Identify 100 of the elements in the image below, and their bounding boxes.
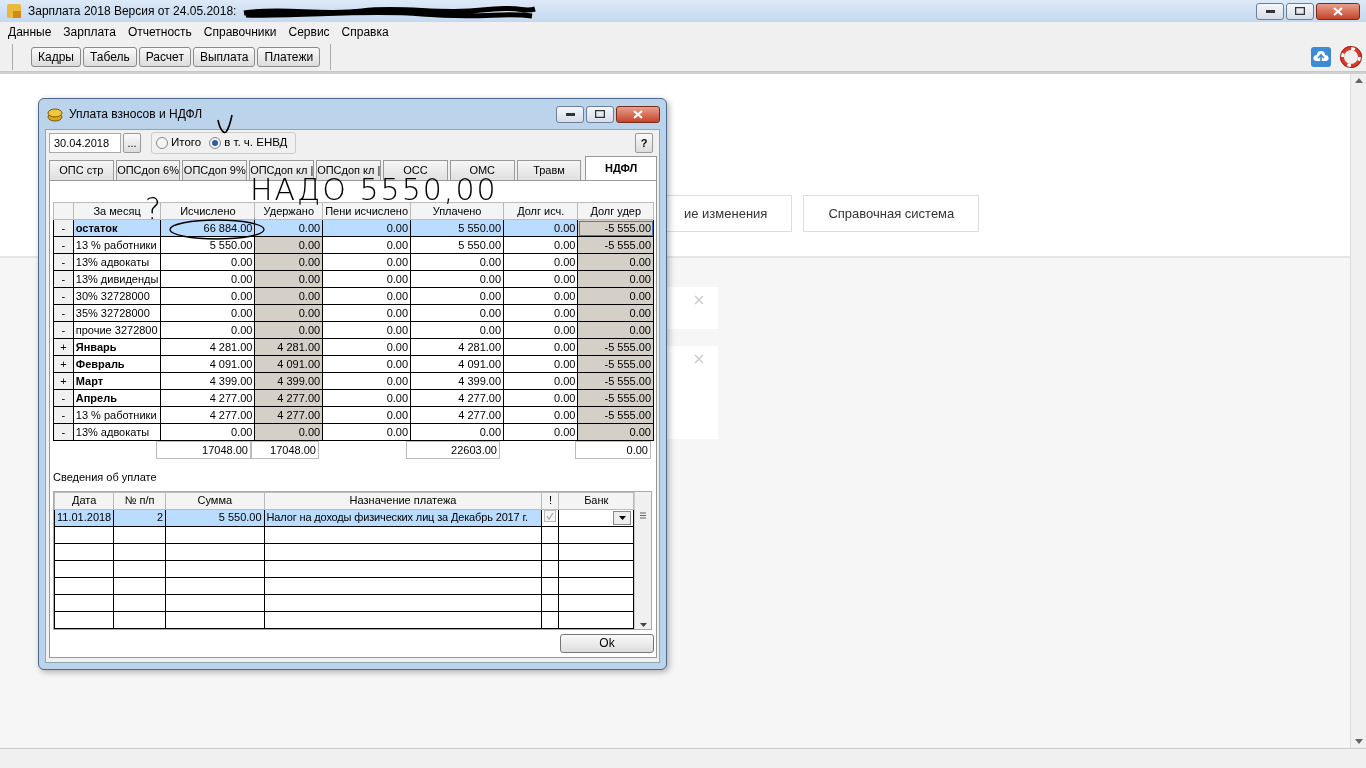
row-label: Апрель	[73, 389, 161, 407]
close-button[interactable]	[616, 105, 660, 123]
table-cell: 0.00	[503, 253, 578, 271]
table-cell: 0.00	[503, 321, 578, 339]
maximize-button[interactable]	[1286, 2, 1314, 20]
table-cell: 4 091.00	[160, 355, 255, 373]
column-header: Долг удер	[578, 202, 654, 220]
table-cell: 0.00	[160, 270, 255, 288]
scrollbar[interactable]	[1350, 74, 1366, 748]
column-header: Долг исч.	[503, 202, 578, 220]
table-cell: 0.00	[322, 389, 411, 407]
minimize-button[interactable]	[1256, 2, 1284, 20]
link-button[interactable]: Справочная система	[803, 195, 980, 232]
coins-icon	[47, 106, 63, 122]
row-label: 13 % работники	[73, 236, 161, 254]
scroll-up-icon	[1354, 78, 1363, 83]
row-label: 13% адвокаты	[73, 423, 161, 441]
ok-button[interactable]: Ok	[560, 633, 654, 653]
table-cell: 0.00	[322, 304, 411, 322]
date-field[interactable]: 30.04.2018	[49, 133, 121, 153]
menu-item[interactable]: Данные	[2, 23, 58, 41]
table-row[interactable]: + Январь 4 281.00 4 281.00 0.00 4 281.00 0.00 -5 555.00	[53, 338, 654, 356]
table-row[interactable]: - 13% адвокаты 0.00 0.00 0.00 0.00 0.00 0.00	[53, 253, 654, 271]
table-row[interactable]: - 13% адвокаты 0.00 0.00 0.00 0.00 0.00 0.00	[53, 423, 654, 441]
row-label: 13% дивиденды	[73, 270, 161, 288]
grip-icon	[640, 511, 646, 519]
table-row[interactable]: - Апрель 4 277.00 4 277.00 0.00 4 277.00 0.00 -5 555.00	[53, 389, 654, 407]
table-row[interactable]: + Февраль 4 091.00 4 091.00 0.00 4 091.00 0.00 -5 555.00	[53, 355, 654, 373]
table-row[interactable]: - 30% 32728000 0.00 0.00 0.00 0.00 0.00 0.00	[53, 287, 654, 305]
column-header: Дата	[54, 492, 114, 509]
table-row[interactable]: - 13 % работники 5 550.00 0.00 0.00 5 550.00 0.00 -5 555.00	[53, 236, 654, 254]
menu-item[interactable]: Справка	[335, 23, 395, 41]
toolbar-button[interactable]: Табель	[82, 46, 137, 67]
scroll-down-icon	[1354, 739, 1363, 744]
radio-option[interactable]: в т. ч. ЕНВД	[209, 134, 288, 152]
menu-item[interactable]: Сервис	[282, 23, 336, 41]
menu-item[interactable]: Отчетность	[121, 23, 198, 41]
close-icon	[1333, 6, 1343, 16]
table-cell: 0.00	[160, 304, 255, 322]
menu-item[interactable]: Зарплата	[57, 23, 122, 41]
row-label: 30% 32728000	[73, 287, 161, 305]
table-row[interactable]: - 35% 32728000 0.00 0.00 0.00 0.00 0.00 0.00	[53, 304, 654, 322]
toolbar-button[interactable]: Выплата	[192, 46, 256, 67]
table-row[interactable]: - прочие 3272800 0.00 0.00 0.00 0.00 0.00 0.00	[53, 321, 654, 339]
total-cell: 17048.00	[156, 441, 251, 459]
tab[interactable]: НДФЛ	[585, 156, 657, 180]
help-button[interactable]	[1340, 45, 1362, 68]
maximize-button[interactable]	[586, 105, 614, 123]
table-cell: 0.00	[322, 287, 411, 305]
table-cell: 0.00	[410, 253, 504, 271]
column-header: Назначение платежа	[264, 492, 542, 509]
upload-icon	[1310, 45, 1332, 68]
row-label: остаток	[73, 219, 161, 237]
close-button[interactable]	[1316, 2, 1360, 20]
table-cell: 0.00	[503, 270, 578, 288]
checkbox[interactable]	[544, 510, 557, 522]
table-row[interactable]: + Март 4 399.00 4 399.00 0.00 4 399.00 0.00 -5 555.00	[53, 372, 654, 390]
help-button[interactable]: ?	[635, 133, 653, 153]
restore-icon	[1295, 7, 1305, 15]
table-cell: 0.00	[322, 219, 411, 237]
table-cell: 5 550.00	[410, 236, 504, 254]
total-cell: 22603.00	[406, 441, 500, 459]
restore-icon	[595, 110, 605, 118]
tab[interactable]: ОПСдоп 6%	[115, 160, 181, 180]
total-cell: 0.00	[575, 441, 651, 459]
radio-option[interactable]: Итого	[156, 134, 202, 152]
tab[interactable]: ОПСдоп 9%	[182, 160, 248, 180]
table-cell: 5 550.00	[410, 219, 504, 237]
table-row[interactable]: - 13% дивиденды 0.00 0.00 0.00 0.00 0.00 0.00	[53, 270, 654, 288]
table-cell: 0.00	[503, 406, 578, 424]
table-cell: 0.00	[503, 372, 578, 390]
scroll-down-icon	[639, 622, 647, 627]
minimize-button[interactable]	[556, 105, 584, 123]
upload-button[interactable]	[1310, 45, 1332, 68]
browse-button[interactable]: ...	[123, 133, 141, 153]
toolbar-button[interactable]: Расчет	[138, 46, 191, 67]
row-label: Январь	[73, 338, 161, 356]
table-cell: 0.00	[503, 287, 578, 305]
table-cell: 0.00	[410, 304, 504, 322]
row-label: Февраль	[73, 355, 161, 373]
row-label: 13% адвокаты	[73, 253, 161, 271]
column-header: Банк	[558, 492, 634, 509]
table-cell: 66 884.00	[160, 219, 255, 237]
table-cell: 0.00	[160, 321, 255, 339]
table-cell: 0.00	[410, 423, 504, 441]
table-cell: 4 399.00	[160, 372, 255, 390]
dropdown-button[interactable]	[613, 510, 632, 525]
table-cell: 0.00	[322, 253, 411, 271]
tab[interactable]: ОПС стр	[49, 160, 114, 180]
close-icon	[633, 109, 643, 119]
table-cell: 0.00	[410, 270, 504, 288]
column-header: Сумма	[165, 492, 265, 509]
toolbar-button[interactable]: Платежи	[257, 46, 321, 67]
table-row[interactable]: - 13 % работники 4 277.00 4 277.00 0.00 4 277.00 0.00 -5 555.00	[53, 406, 654, 424]
menu-item[interactable]: Справочники	[197, 23, 283, 41]
toolbar-button[interactable]: Кадры	[31, 46, 81, 67]
window-title: Зарплата 2018 Версия от 24.05.2018:	[28, 3, 237, 20]
minimize-icon	[1265, 9, 1275, 13]
tab[interactable]: Травм	[516, 160, 582, 180]
scrollbar[interactable]	[634, 491, 651, 629]
